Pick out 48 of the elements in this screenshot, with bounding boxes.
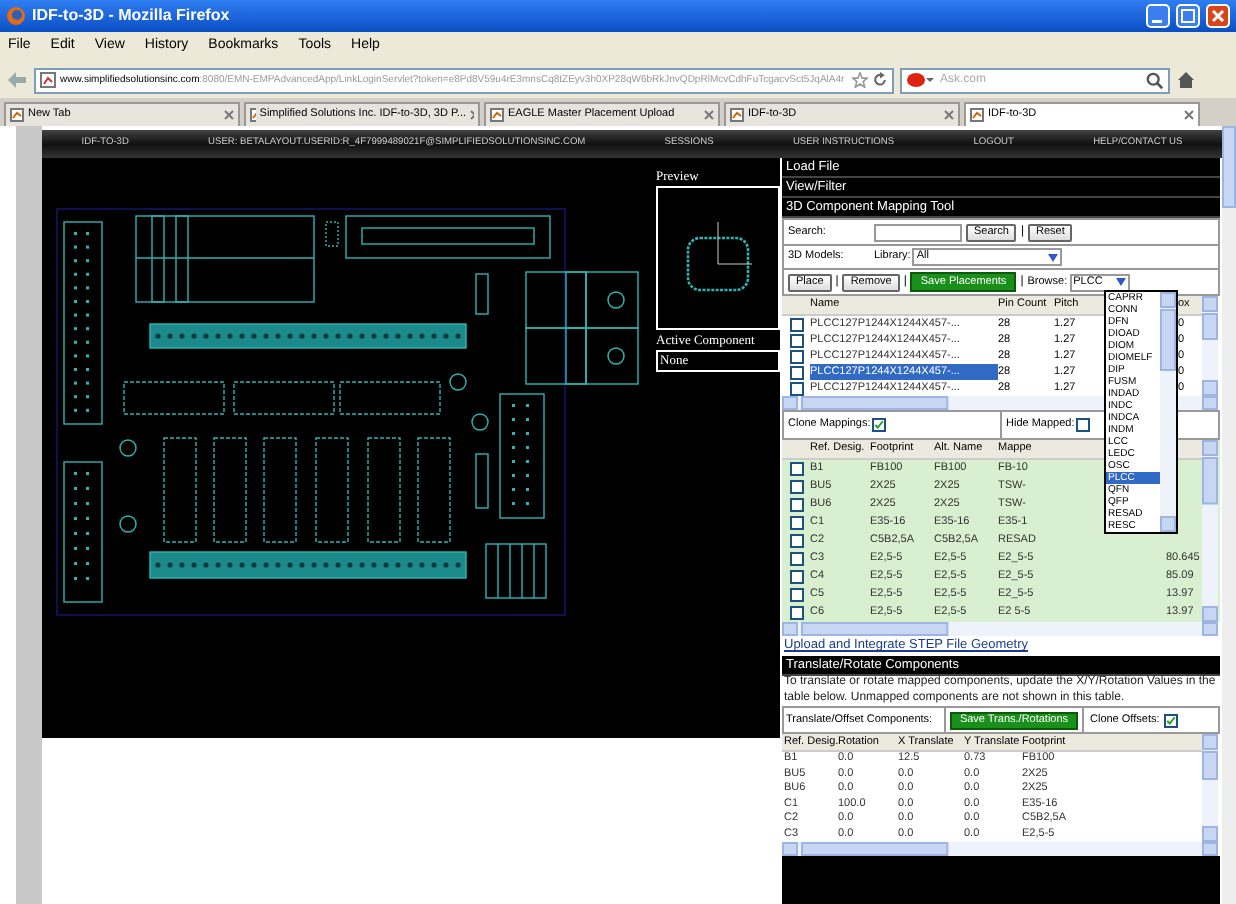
close-tab-icon[interactable] <box>704 110 714 120</box>
browser-logo-icon <box>6 6 26 26</box>
search-engine-icon[interactable] <box>906 72 934 88</box>
checkbox[interactable] <box>789 534 803 548</box>
checkbox[interactable] <box>872 418 887 432</box>
page-icon <box>250 108 256 122</box>
page-icon <box>490 108 504 122</box>
search-icon[interactable] <box>1146 71 1164 89</box>
checkbox[interactable] <box>789 317 803 331</box>
vertical-scrollbar[interactable] <box>1202 296 1218 396</box>
caret-icon <box>1115 278 1126 286</box>
close-tab-icon[interactable] <box>224 110 234 120</box>
checkbox[interactable] <box>1076 418 1091 432</box>
window-title: IDF-to-3D - Mozilla Firefox <box>32 4 232 28</box>
close-icon[interactable] <box>1206 4 1230 28</box>
maximize-icon[interactable] <box>1176 4 1200 28</box>
checkbox[interactable] <box>789 480 803 494</box>
close-tab-icon[interactable] <box>1184 110 1194 120</box>
minimize-icon[interactable] <box>1146 4 1170 28</box>
checkbox[interactable] <box>789 498 803 512</box>
star-icon[interactable] <box>852 72 868 88</box>
checkbox[interactable] <box>1163 713 1178 727</box>
search-input[interactable] <box>874 223 962 241</box>
close-tab-icon[interactable] <box>944 110 954 120</box>
checkbox[interactable] <box>789 381 803 395</box>
vertical-scrollbar[interactable] <box>1202 440 1218 622</box>
home-icon[interactable] <box>1176 70 1196 90</box>
page-icon <box>970 108 984 122</box>
vertical-scrollbar[interactable] <box>1160 292 1176 532</box>
checkbox[interactable] <box>789 570 803 584</box>
page-scrollbar[interactable] <box>1222 126 1236 904</box>
horizontal-scrollbar[interactable] <box>782 842 1218 856</box>
page-icon <box>730 108 744 122</box>
checkbox[interactable] <box>789 606 803 620</box>
component-preview-drawing <box>684 222 752 294</box>
checkbox[interactable] <box>789 333 803 347</box>
checkbox[interactable] <box>789 365 803 379</box>
checkbox[interactable] <box>789 516 803 530</box>
reload-icon[interactable] <box>872 72 888 88</box>
checkbox[interactable] <box>789 349 803 363</box>
checkbox[interactable] <box>789 462 803 476</box>
page-icon <box>10 108 24 122</box>
caret-icon <box>1048 253 1059 261</box>
vertical-scrollbar[interactable] <box>1202 734 1218 842</box>
checkbox[interactable] <box>789 588 803 602</box>
checkbox[interactable] <box>789 552 803 566</box>
page-icon <box>40 72 56 88</box>
horizontal-scrollbar[interactable] <box>782 622 1218 636</box>
